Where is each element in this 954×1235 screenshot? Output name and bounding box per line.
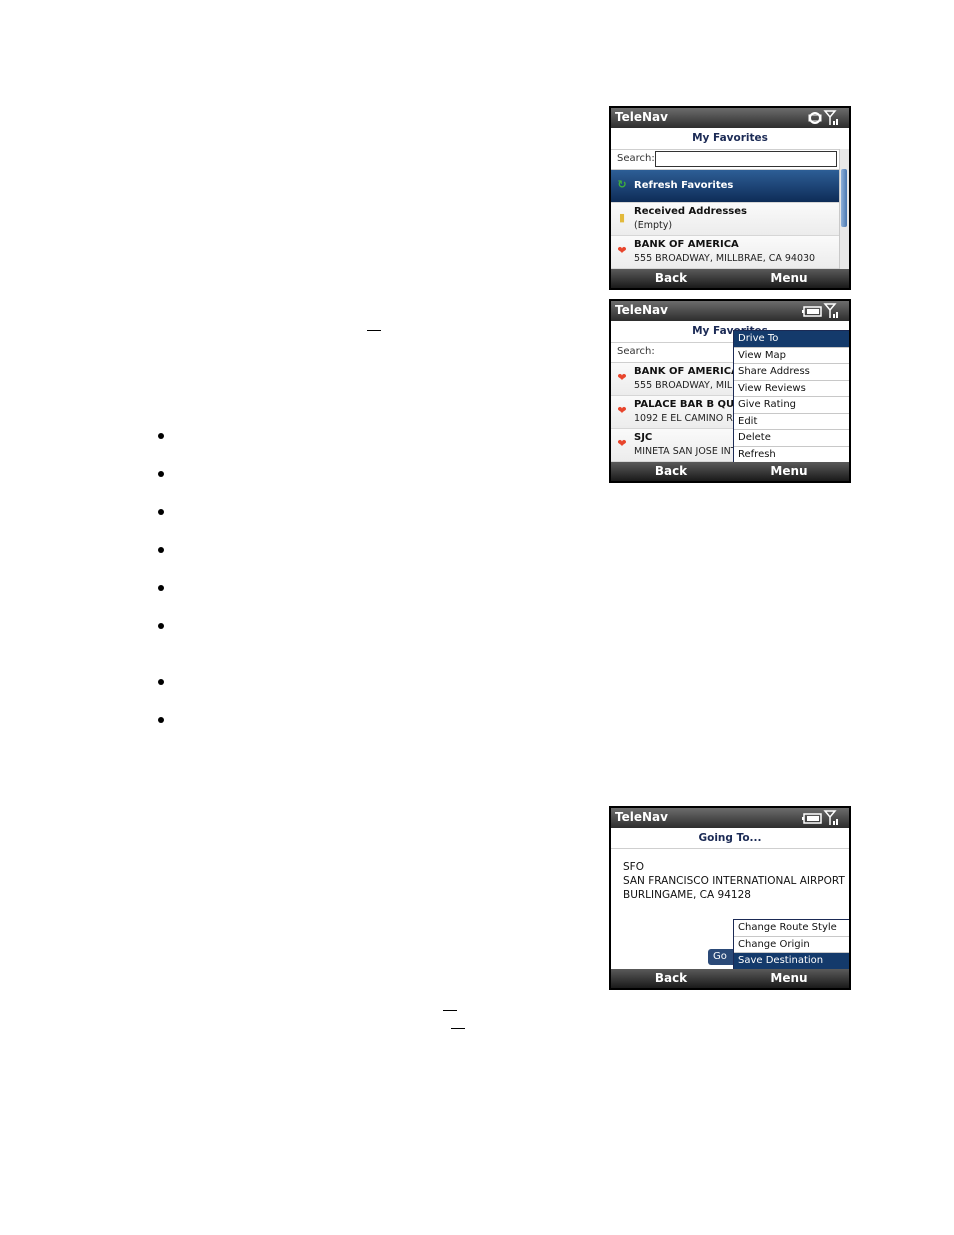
screenshot-going-to: TeleNav Going To... SFO SAN FRANCISCO IN… (609, 806, 851, 990)
list-item-title: Received Addresses (634, 206, 747, 217)
bullet-point (158, 585, 164, 591)
heart-icon: ❤ (617, 437, 627, 450)
search-row: Search: (611, 149, 849, 170)
title-bar: TeleNav (611, 108, 849, 128)
bullet-point (158, 547, 164, 553)
back-softkey[interactable]: Back (611, 271, 731, 285)
list-item-bank-of-america[interactable]: ❤ BANK OF AMERICA 555 BROADWAY, MILLBRAE… (611, 236, 840, 269)
destination-address: SFO SAN FRANCISCO INTERNATIONAL AIRPORT … (623, 860, 845, 902)
footnote-reference-mark[interactable] (367, 330, 381, 331)
bullet-point (158, 623, 164, 629)
menu-item-change-route-style[interactable]: Change Route Style (734, 920, 849, 937)
bullet-point (158, 679, 164, 685)
go-button-label: Go (713, 951, 727, 962)
context-menu: Change Route Style Change Origin Save De… (733, 919, 849, 970)
address-line: SAN FRANCISCO INTERNATIONAL AIRPORT (623, 875, 845, 887)
menu-item-give-rating[interactable]: Give Rating (734, 397, 849, 414)
battery-icon (802, 813, 822, 824)
bullet-point (158, 433, 164, 439)
signal-icon (823, 810, 838, 825)
status-icons (808, 110, 838, 125)
address-line: SFO (623, 861, 644, 873)
softkey-bar: Back Menu (611, 462, 849, 481)
app-title: TeleNav (615, 110, 668, 124)
softkey-bar: Back Menu (611, 969, 849, 988)
heart-icon: ❤ (617, 404, 627, 417)
app-title: TeleNav (615, 303, 668, 317)
list-item-title: SJC (634, 432, 653, 443)
screenshot-favorites-menu: TeleNav My Favorites Search: ❤ BANK OF A… (609, 299, 851, 483)
app-title: TeleNav (615, 810, 668, 824)
list-item-subtitle: 555 BROADWAY, MILLBRAE, CA 94030 (634, 253, 816, 264)
scrollbar[interactable] (839, 149, 849, 269)
menu-item-edit[interactable]: Edit (734, 414, 849, 430)
menu-item-share-address[interactable]: Share Address (734, 364, 849, 381)
title-bar: TeleNav (611, 301, 849, 321)
folder-icon: ▮ (618, 211, 626, 224)
menu-softkey[interactable]: Menu (729, 464, 849, 478)
menu-item-view-reviews[interactable]: View Reviews (734, 381, 849, 397)
scrollbar-thumb[interactable] (841, 169, 847, 227)
menu-item-drive-to[interactable]: Drive To (734, 331, 849, 348)
back-softkey[interactable]: Back (611, 464, 731, 478)
context-menu: Drive To View Map Share Address View Rev… (733, 330, 849, 463)
sync-icon (808, 112, 822, 124)
title-bar: TeleNav (611, 808, 849, 828)
screen-header: Going To... (611, 832, 849, 849)
list-item-subtitle: (Empty) (634, 220, 673, 231)
heart-icon: ❤ (617, 371, 627, 384)
battery-icon (802, 306, 822, 317)
footnote-reference-mark[interactable] (451, 1028, 465, 1029)
list-item-title: BANK OF AMERICA (634, 366, 739, 377)
menu-item-view-map[interactable]: View Map (734, 348, 849, 364)
list-item-title: Refresh Favorites (634, 180, 734, 191)
signal-icon (823, 303, 838, 318)
bullet-point (158, 471, 164, 477)
menu-item-delete[interactable]: Delete (734, 430, 849, 447)
search-label: Search: (617, 346, 655, 357)
search-label: Search: (617, 153, 655, 164)
refresh-icon: ↻ (617, 178, 627, 191)
signal-icon (823, 110, 838, 125)
footnote-reference-mark[interactable] (443, 1010, 457, 1011)
bullet-point (158, 509, 164, 515)
list-item-refresh-favorites[interactable]: ↻ Refresh Favorites (611, 170, 840, 203)
menu-item-save-destination[interactable]: Save Destination (734, 953, 849, 969)
bullet-point (158, 717, 164, 723)
search-input[interactable] (655, 151, 837, 167)
back-softkey[interactable]: Back (611, 971, 731, 985)
screen-header: My Favorites (692, 132, 768, 144)
status-icons (802, 303, 838, 318)
menu-softkey[interactable]: Menu (729, 971, 849, 985)
menu-softkey[interactable]: Menu (729, 271, 849, 285)
menu-item-refresh[interactable]: Refresh (734, 447, 849, 463)
list-item-title: BANK OF AMERICA (634, 239, 739, 250)
heart-icon: ❤ (617, 244, 627, 257)
list-item-received-addresses[interactable]: ▮ Received Addresses (Empty) (611, 203, 840, 236)
menu-item-change-origin[interactable]: Change Origin (734, 937, 849, 953)
status-icons (802, 810, 838, 825)
softkey-bar: Back Menu (611, 269, 849, 288)
screenshot-my-favorites: TeleNav My Favorites Search: ↻ Refresh F… (609, 106, 851, 290)
address-line: BURLINGAME, CA 94128 (623, 889, 751, 901)
